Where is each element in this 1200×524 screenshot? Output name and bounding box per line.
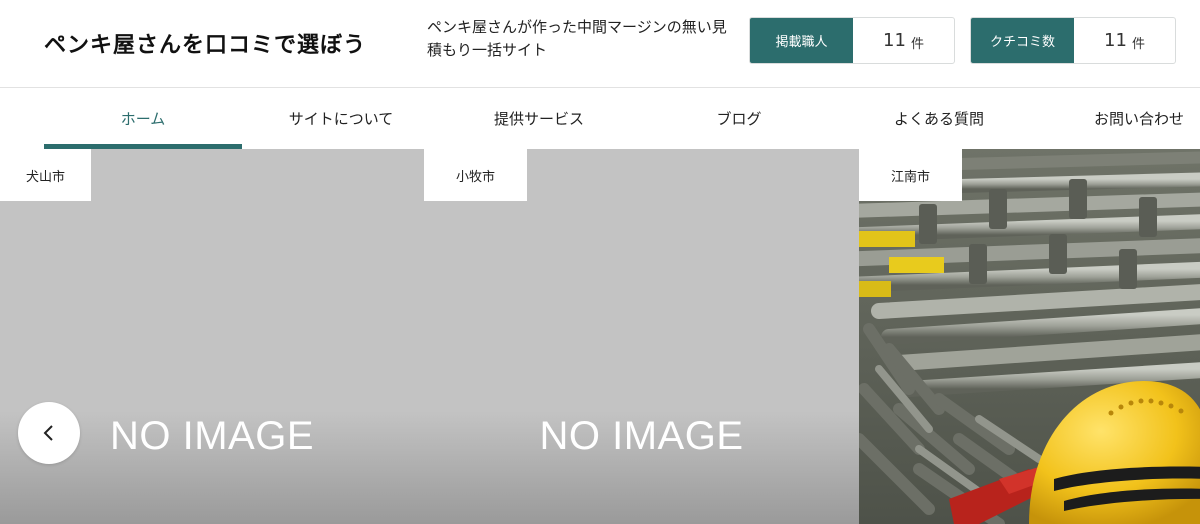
stat-craftsmen-value: 11 件 xyxy=(853,18,954,63)
city-slider: NO IMAGE 犬山市 NO IMAGE 小牧市 江南市 xyxy=(0,149,1200,524)
slide-komaki[interactable]: NO IMAGE 小牧市 xyxy=(424,149,859,524)
slider-prev-button[interactable] xyxy=(18,402,80,464)
site-tagline: ペンキ屋さんが作った中間マージンの無い見積もり一括サイト xyxy=(427,18,727,59)
nav-item-services[interactable]: 提供サービス xyxy=(440,88,638,149)
stat-craftsmen-label: 掲載職人 xyxy=(750,18,853,63)
no-image-placeholder: NO IMAGE xyxy=(539,414,744,458)
stat-craftsmen: 掲載職人 11 件 xyxy=(749,17,955,64)
city-label-konan: 江南市 xyxy=(859,149,962,201)
site-logo[interactable]: ペンキ屋さんを口コミで選ぼう xyxy=(44,27,366,59)
stat-reviews: クチコミ数 11 件 xyxy=(970,17,1176,64)
chevron-left-icon xyxy=(43,425,53,441)
city-label-inuyama: 犬山市 xyxy=(0,149,91,201)
stat-reviews-number: 11 xyxy=(1104,30,1127,51)
slide-inuyama[interactable]: NO IMAGE 犬山市 xyxy=(0,149,424,524)
city-label-komaki: 小牧市 xyxy=(424,149,527,201)
stat-reviews-unit: 件 xyxy=(1131,36,1145,52)
slide-konan[interactable]: 江南市 xyxy=(859,149,1200,524)
stat-reviews-value: 11 件 xyxy=(1074,18,1175,63)
nav-item-about[interactable]: サイトについて xyxy=(242,88,440,149)
nav-item-contact[interactable]: お問い合わせ xyxy=(1040,88,1200,149)
site-header: ペンキ屋さんを口コミで選ぼう ペンキ屋さんが作った中間マージンの無い見積もり一括… xyxy=(0,0,1200,88)
stat-craftsmen-unit: 件 xyxy=(910,36,924,52)
scaffolding-photo xyxy=(859,149,1200,524)
main-nav: ホーム サイトについて 提供サービス ブログ よくある質問 お問い合わせ xyxy=(0,88,1200,149)
nav-item-home[interactable]: ホーム xyxy=(44,88,242,149)
nav-item-faq[interactable]: よくある質問 xyxy=(840,88,1038,149)
nav-item-blog[interactable]: ブログ xyxy=(640,88,838,149)
stat-reviews-label: クチコミ数 xyxy=(971,18,1074,63)
stat-craftsmen-number: 11 xyxy=(883,30,906,51)
